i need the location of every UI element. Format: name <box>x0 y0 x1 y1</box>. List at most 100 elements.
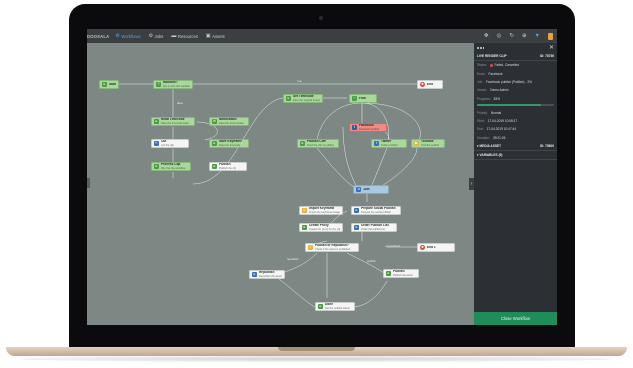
node-end-top[interactable]: ■ End <box>417 80 443 89</box>
row-progress: Progress: 83% <box>474 95 557 103</box>
row-key: Progress: <box>477 96 491 101</box>
node-subtitle: Republish the asset <box>259 274 282 278</box>
node-subtitle: Youtube publish <box>421 143 440 147</box>
row-key: End: <box>477 127 484 132</box>
twitter-icon: t <box>374 140 379 146</box>
row-job: Job: Facebook publish (Publish) - 3% <box>474 78 557 86</box>
decision-icon: ? <box>308 244 313 250</box>
node-process-clip[interactable]: ▸ Process Clip Run the clip workflow <box>151 162 191 171</box>
node-title: End 1 <box>427 245 436 249</box>
camera <box>319 16 323 20</box>
progress-fill <box>477 103 541 107</box>
node-icon: ▸ <box>386 270 391 276</box>
close-icon[interactable]: ✕ <box>549 44 554 51</box>
workflow-icon: ⚙ <box>115 33 120 39</box>
brand-logo[interactable]: DOOSALA <box>87 34 109 39</box>
top-nav-bar: DOOSALA ⚙ Workflows ⚙ Jobs ▬ Resources ▣ Ass… <box>87 29 557 43</box>
fork-icon: ⑂ <box>352 95 357 101</box>
node-join[interactable]: ⇲ Join <box>353 185 389 194</box>
node-import-keyframe[interactable]: ▸ Import Keyframe Import the keyframe imag… <box>299 206 343 215</box>
node-save-keyframe[interactable]: ▸ Save Keyframe Pass the timecode <box>209 139 249 148</box>
close-workflow-button[interactable]: Close Workflow <box>474 312 557 325</box>
node-subtitle: Twitter publish <box>381 143 398 147</box>
row-key: Node: <box>477 71 486 76</box>
row-duration: Duration: 39:21:26 <box>474 134 557 142</box>
move-icon[interactable]: ✥ <box>484 33 489 39</box>
row-value: 17-04-2019 10:08:17 <box>487 118 518 123</box>
document-icon[interactable] <box>548 32 553 40</box>
edge-label-publish: publish <box>367 259 376 263</box>
node-subtitle: Create the proxy for the clip <box>309 227 340 231</box>
node-done[interactable]: ▸ Done Set the publish status <box>315 302 355 311</box>
edge-label-republish: republish <box>287 257 299 261</box>
refresh-icon[interactable]: ↻ <box>509 33 514 39</box>
node-title: Start <box>109 82 116 86</box>
node-subtitle: Pass the timecode back <box>161 121 189 125</box>
edge-label-unpublished: unpublished <box>385 244 401 248</box>
folder-icon: ▬ <box>171 33 177 39</box>
node-title: Fork <box>359 96 366 100</box>
node-read-timecode[interactable]: ▸ Read Timecode Pass the timecode back <box>151 117 195 126</box>
row-key: Start: <box>477 118 485 123</box>
node-subtitle: Pass the original timecode <box>293 98 320 102</box>
node-subtitle: Publish the asset <box>393 273 413 277</box>
node-icon: ▸ <box>318 303 323 309</box>
node-set-timecode[interactable]: ▸Set TimecodePass the original timecode <box>283 94 323 103</box>
add-icon[interactable]: ⊕ <box>522 33 527 39</box>
node-republish[interactable]: ▸ Republish Republish the asset <box>249 270 285 279</box>
node-publish-bottom[interactable]: ▸ Publish Publish the asset <box>383 269 419 278</box>
facebook-icon: f <box>352 124 357 130</box>
node-create-proxy[interactable]: ▸ Create Proxy Create the proxy for the cl… <box>299 223 343 232</box>
workflow-links <box>117 83 421 308</box>
filter-icon[interactable]: ▼ <box>535 33 540 39</box>
target-icon[interactable]: ◎ <box>497 33 502 39</box>
node-subtitle: Send the clip to publish <box>307 143 334 147</box>
node-subtitle: Import the keyframe image <box>309 210 340 214</box>
node-youtube[interactable]: ▶ Youtube Youtube publish <box>411 139 445 148</box>
row-node: Node: Facebook <box>474 69 557 77</box>
nav-workflows[interactable]: ⚙ Workflows <box>115 33 140 39</box>
laptop-notch <box>278 347 355 351</box>
pager-dots-icon[interactable] <box>477 46 485 50</box>
node-start[interactable]: ▸ Start <box>99 80 119 89</box>
laptop-shadow <box>20 356 613 362</box>
node-icon: ▸ <box>212 140 217 146</box>
assets-icon: ▣ <box>205 33 211 39</box>
section-live-render[interactable]: LIVE RENDER CLIP ID: 78756 <box>474 52 557 61</box>
youtube-icon: ▶ <box>414 140 419 146</box>
node-prepare-social[interactable]: ▸ Prepare Social Publish Prepare the socia… <box>351 206 401 215</box>
node-facebook[interactable]: f Facebook Facebook publish <box>349 123 387 132</box>
node-subtitle: Check if the asset is published <box>315 247 351 251</box>
node-fork[interactable]: ⑂ Fork <box>349 94 377 103</box>
nav-assets[interactable]: ▣ Assets <box>206 33 225 39</box>
node-title: End <box>427 82 434 86</box>
node-cut[interactable]: ✂ Cut Cut the clip <box>151 139 189 148</box>
node-publish-cliff[interactable]: ▸ Publish Cliff Send the clip to publish <box>297 139 339 148</box>
row-value: Facebook publish (Publish) - 3% <box>486 79 532 84</box>
row-value: Facebook <box>488 71 503 76</box>
progress-bar <box>477 103 554 107</box>
node-order-publish[interactable]: ▸ Order Publish List Order the publish lis… <box>351 223 397 232</box>
row-key: Owner: <box>477 88 488 93</box>
left-collapse-handle[interactable] <box>87 178 90 188</box>
node-subtitle: Cut the clip <box>161 143 174 147</box>
node-icon: ▸ <box>302 224 307 230</box>
row-value: Failed, Cancelled <box>494 63 520 68</box>
node-icon: ▸ <box>286 95 291 101</box>
nav-resources[interactable]: ▬ Resources <box>171 33 198 39</box>
stop-icon: ■ <box>420 81 425 87</box>
row-value: 83% <box>493 96 501 101</box>
node-notification[interactable]: ✉ Notification Pass the transcription <box>209 117 249 126</box>
node-icon: ? <box>156 81 161 87</box>
node-publish-or-republish[interactable]: ? Publish or Republish? Check if the asset… <box>305 243 359 252</box>
node-random[interactable]: ? Random? Flip a coin with variable <box>153 80 193 89</box>
details-panel: ✕ LIVE RENDER CLIP ID: 78756 Status: Fail… <box>474 43 557 325</box>
workflow-canvas[interactable]: › ▸ Start ? Random? Flip a coin with variab… <box>87 43 474 325</box>
node-twitter[interactable]: t Twitter Twitter publish <box>371 139 407 148</box>
node-publish[interactable]: ▸ Publish Publish the clip <box>209 162 247 171</box>
node-end-mid[interactable]: ■ End 1 <box>417 243 455 252</box>
section-variables[interactable]: ▾ VARIABLES (6) <box>474 151 557 160</box>
node-subtitle: Flip a coin with variable <box>163 84 190 88</box>
section-media-asset[interactable]: ▾ MEDIA ASSET ID: 75800 <box>474 142 557 151</box>
nav-jobs[interactable]: ⚙ Jobs <box>149 33 164 39</box>
